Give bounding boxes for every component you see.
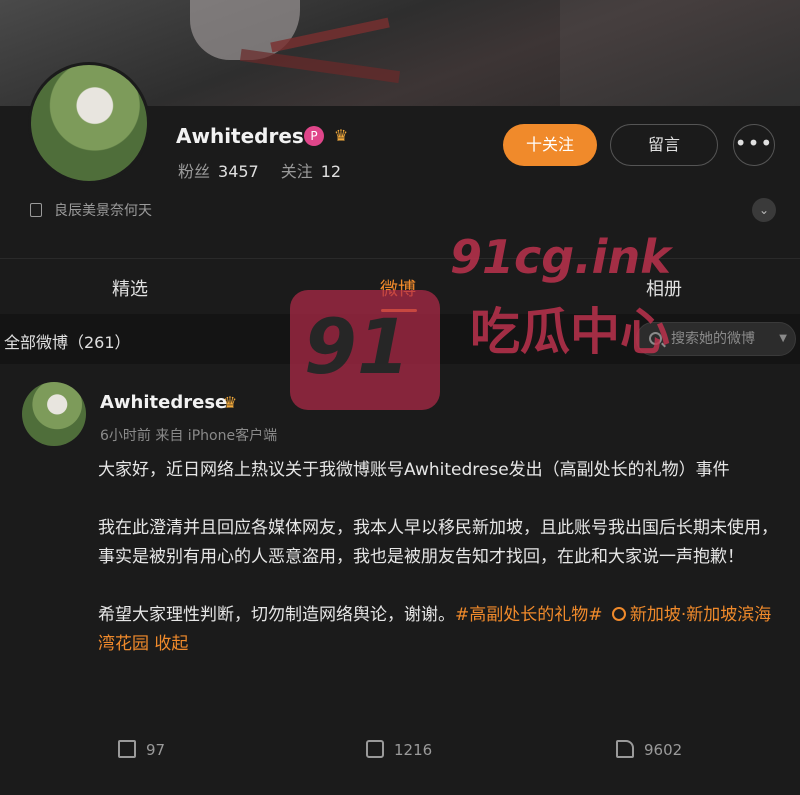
message-button[interactable]: 留言	[610, 124, 718, 166]
location-icon	[611, 607, 626, 621]
profile-avatar[interactable]	[28, 62, 150, 184]
share-count: 97	[146, 741, 166, 759]
weibo-post: Awhitedrese ♛ 6小时前 来自 iPhone客户端 大家好，近日网络…	[0, 364, 800, 795]
all-posts-filter[interactable]: 全部微博（261）	[4, 329, 131, 353]
dropdown-caret-icon: ▼	[779, 333, 787, 344]
tab-weibo[interactable]: 微博	[380, 275, 416, 301]
post-paragraph: 希望大家理性判断，切勿制造网络舆论，谢谢。#高副处长的礼物# 新加坡·新加坡滨海…	[98, 605, 772, 654]
post-avatar[interactable]	[22, 382, 86, 446]
profile-tabs: 精选 微博 相册	[0, 258, 800, 314]
profile-name: Awhitedrese	[176, 124, 318, 148]
crown-badge-icon: ♛	[333, 126, 349, 145]
post-body: 大家好，近日网络上热议关于我微博账号Awhitedrese发出（高副处长的礼物）…	[98, 456, 780, 659]
tab-album[interactable]: 相册	[646, 275, 682, 301]
post-paragraph: 我在此澄清并且回应各媒体网友，我本人早以移民新加坡，且此账号我出国后长期未使用，…	[98, 518, 778, 567]
hashtag-link[interactable]: #高副处长的礼物#	[455, 605, 603, 625]
tab-featured[interactable]: 精选	[112, 275, 148, 301]
share-button[interactable]: 97	[118, 740, 165, 759]
like-icon	[616, 740, 634, 758]
comment-count: 1216	[394, 741, 433, 759]
member-badge-icon: P	[304, 126, 324, 146]
like-button[interactable]: 9602	[616, 740, 682, 759]
more-options-button[interactable]: •••	[733, 124, 775, 166]
like-count: 9602	[644, 741, 683, 759]
post-actions: 97 1216 9602	[0, 736, 800, 766]
following-count[interactable]: 12	[321, 162, 341, 181]
profile-bio: 良辰美景奈何天	[30, 200, 152, 220]
search-posts-input[interactable]: 搜索她的微博 ▼	[636, 322, 796, 356]
comment-button[interactable]: 1216	[366, 740, 432, 759]
expand-chevron-icon[interactable]: ⌄	[752, 198, 776, 222]
filter-bar: 全部微博（261） 搜索她的微博 ▼	[0, 314, 800, 364]
post-paragraph: 大家好，近日网络上热议关于我微博账号Awhitedrese发出（高副处长的礼物）…	[98, 460, 730, 480]
share-icon	[118, 740, 136, 758]
search-placeholder: 搜索她的微博	[671, 331, 755, 347]
search-icon	[649, 332, 662, 345]
post-author[interactable]: Awhitedrese	[100, 392, 227, 413]
bio-text: 良辰美景奈何天	[54, 203, 152, 219]
document-icon	[30, 203, 42, 217]
post-meta: 6小时前 来自 iPhone客户端	[100, 428, 278, 444]
active-tab-indicator	[381, 309, 417, 312]
comment-icon	[366, 740, 384, 758]
fans-label: 粉丝	[178, 162, 211, 181]
profile-stats: 粉丝 3457 关注 12	[178, 158, 363, 182]
collapse-link[interactable]: 收起	[154, 634, 188, 654]
following-label: 关注	[280, 162, 313, 181]
fans-count[interactable]: 3457	[218, 162, 259, 181]
profile-header: Awhitedrese P ♛ 粉丝 3457 关注 12 十关注 留言 ••• 良辰…	[0, 62, 800, 258]
crown-badge-icon: ♛	[222, 393, 238, 412]
follow-button[interactable]: 十关注	[503, 124, 597, 166]
